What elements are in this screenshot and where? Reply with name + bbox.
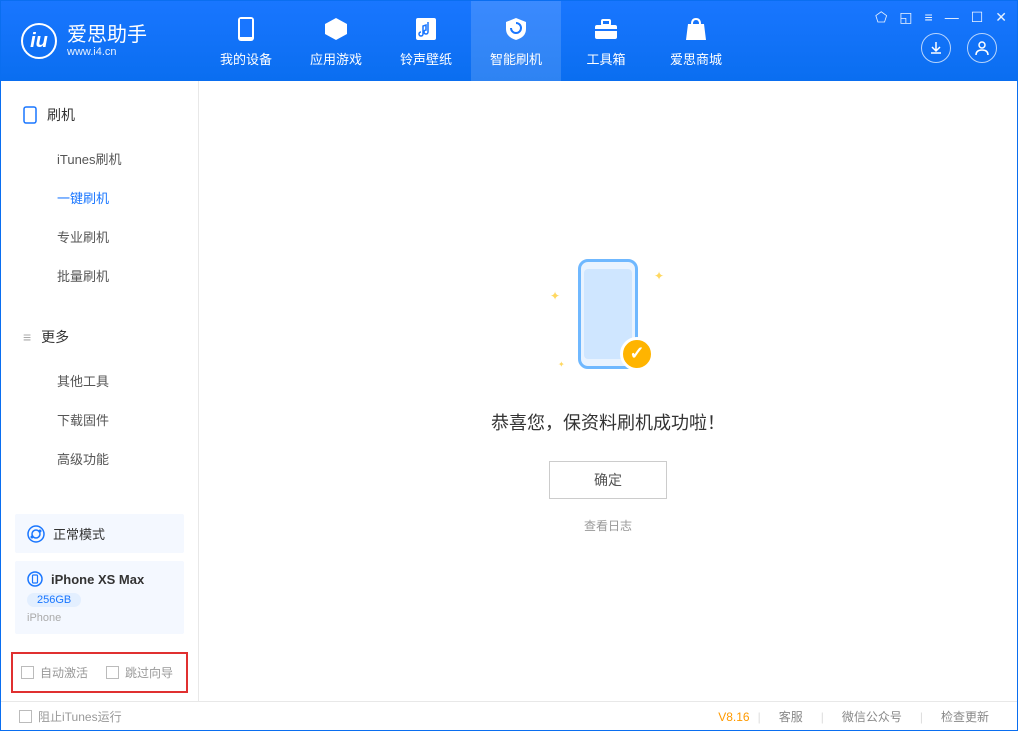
wechat-link[interactable]: 微信公众号 — [832, 708, 912, 725]
main-content: ✦ ✦ ✦ ✓ 恭喜您，保资料刷机成功啦！ 确定 查看日志 — [199, 81, 1017, 701]
maximize-icon[interactable]: ☐ — [971, 9, 984, 26]
tab-flash[interactable]: 智能刷机 — [471, 1, 561, 81]
shield-icon — [502, 15, 530, 43]
sidebar-section-flash: 刷机 — [1, 99, 198, 131]
sidebar-item-firmware[interactable]: 下载固件 — [1, 400, 198, 439]
sidebar-item-batch[interactable]: 批量刷机 — [1, 256, 198, 295]
phone-icon — [232, 15, 260, 43]
cube-icon — [322, 15, 350, 43]
tab-toolbox[interactable]: 工具箱 — [561, 1, 651, 81]
options-highlight-box: 自动激活 跳过向导 — [11, 652, 188, 693]
nav-tabs: 我的设备 应用游戏 铃声壁纸 智能刷机 工具箱 爱思商城 — [201, 1, 741, 81]
sidebar-item-oneclick[interactable]: 一键刷机 — [1, 178, 198, 217]
sync-icon — [27, 525, 45, 543]
body-area: 刷机 iTunes刷机 一键刷机 专业刷机 批量刷机 ≡ 更多 其他工具 下载固… — [1, 81, 1017, 701]
device-card[interactable]: iPhone XS Max 256GB iPhone — [15, 561, 184, 634]
success-illustration: ✦ ✦ ✦ ✓ — [548, 249, 668, 389]
toolbox-icon — [592, 15, 620, 43]
app-url: www.i4.cn — [67, 46, 147, 58]
tab-ringtone[interactable]: 铃声壁纸 — [381, 1, 471, 81]
sparkle-icon: ✦ — [558, 360, 565, 369]
download-button[interactable] — [921, 33, 951, 63]
sparkle-icon: ✦ — [550, 289, 560, 303]
tab-store[interactable]: 爱思商城 — [651, 1, 741, 81]
feedback-icon[interactable]: ◱ — [899, 9, 912, 26]
device-type: iPhone — [27, 612, 172, 624]
sidebar: 刷机 iTunes刷机 一键刷机 专业刷机 批量刷机 ≡ 更多 其他工具 下载固… — [1, 81, 199, 701]
tab-apps[interactable]: 应用游戏 — [291, 1, 381, 81]
sidebar-item-other[interactable]: 其他工具 — [1, 361, 198, 400]
footer: 阻止iTunes运行 V8.16 | 客服 | 微信公众号 | 检查更新 — [1, 701, 1017, 731]
checkbox-icon — [19, 710, 32, 723]
bag-icon — [682, 15, 710, 43]
app-name: 爱思助手 — [67, 24, 147, 46]
success-message: 恭喜您，保资料刷机成功啦！ — [491, 409, 725, 435]
header: iu 爱思助手 www.i4.cn 我的设备 应用游戏 铃声壁纸 智能刷机 工具… — [1, 1, 1017, 81]
version-label: V8.16 — [718, 710, 749, 724]
sidebar-section-more: ≡ 更多 — [1, 321, 198, 353]
tab-mydevice[interactable]: 我的设备 — [201, 1, 291, 81]
device-storage: 256GB — [27, 593, 81, 607]
sidebar-item-advanced[interactable]: 高级功能 — [1, 439, 198, 478]
sidebar-item-itunes[interactable]: iTunes刷机 — [1, 139, 198, 178]
sidebar-item-pro[interactable]: 专业刷机 — [1, 217, 198, 256]
list-icon: ≡ — [23, 329, 31, 345]
logo-area: iu 爱思助手 www.i4.cn — [1, 23, 201, 59]
update-link[interactable]: 检查更新 — [931, 708, 999, 725]
checkbox-icon — [21, 666, 34, 679]
mode-card[interactable]: 正常模式 — [15, 514, 184, 553]
phone-small-icon — [27, 571, 43, 587]
music-icon — [412, 15, 440, 43]
device-name: iPhone XS Max — [51, 572, 144, 587]
menu-icon[interactable]: ≡ — [925, 9, 933, 26]
support-link[interactable]: 客服 — [769, 708, 813, 725]
close-icon[interactable]: ✕ — [995, 9, 1007, 26]
minimize-icon[interactable]: — — [945, 9, 959, 26]
checkbox-skip-wizard[interactable]: 跳过向导 — [106, 664, 173, 681]
sparkle-icon: ✦ — [654, 269, 664, 283]
device-small-icon — [23, 106, 37, 124]
logo-icon: iu — [21, 23, 57, 59]
checkbox-auto-activate[interactable]: 自动激活 — [21, 664, 88, 681]
shirt-icon[interactable]: ⬠ — [875, 9, 887, 26]
checkbox-icon — [106, 666, 119, 679]
view-log-link[interactable]: 查看日志 — [584, 517, 632, 534]
user-button[interactable] — [967, 33, 997, 63]
check-icon: ✓ — [620, 337, 654, 371]
ok-button[interactable]: 确定 — [549, 461, 667, 499]
window-controls: ⬠ ◱ ≡ — ☐ ✕ — [875, 9, 1007, 26]
header-right-icons — [921, 33, 997, 63]
checkbox-block-itunes[interactable]: 阻止iTunes运行 — [19, 708, 122, 725]
